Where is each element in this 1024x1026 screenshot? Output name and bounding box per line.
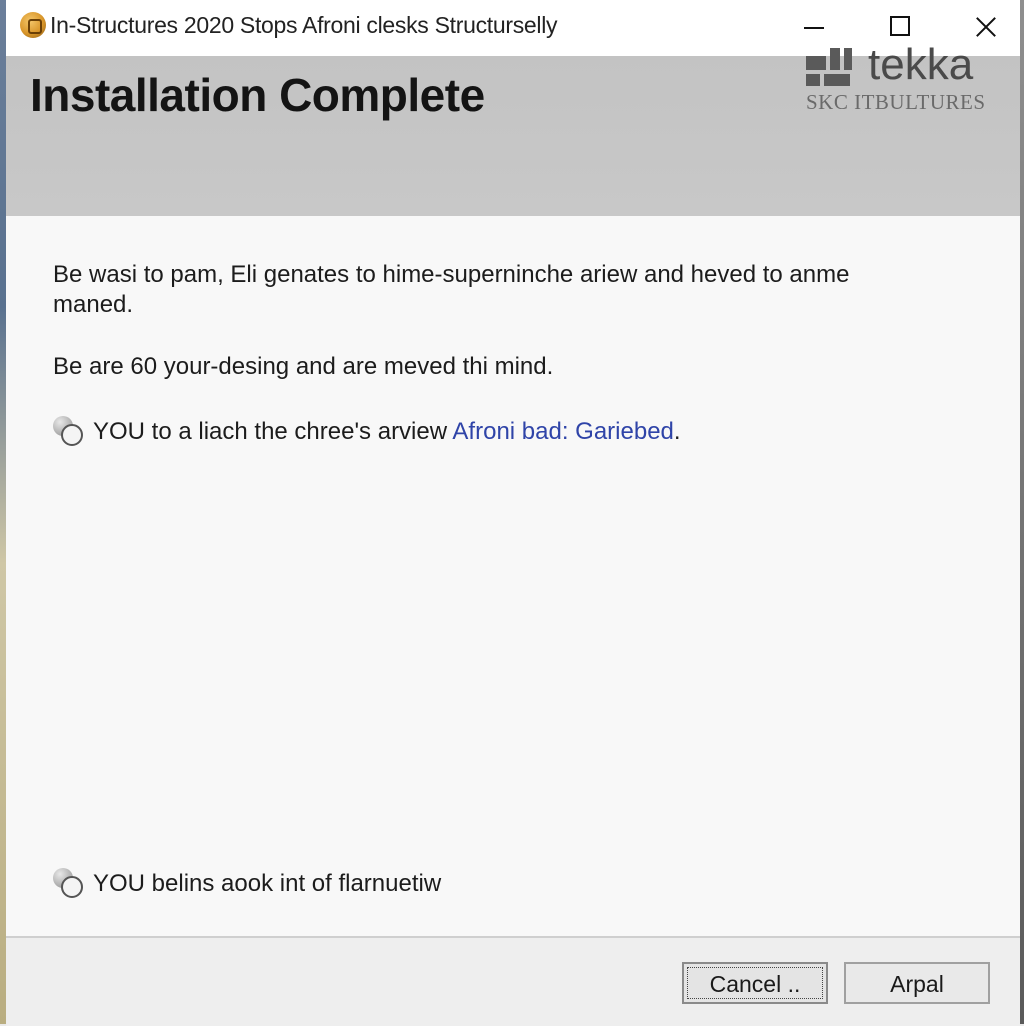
bullet-2-text: YOU belins aook int of flarnuetiw bbox=[93, 870, 442, 897]
logo-mark-icon bbox=[806, 48, 854, 86]
disc-icon bbox=[53, 416, 83, 446]
bullet-item-2: YOU belins aook int of flarnuetiw bbox=[53, 868, 441, 898]
installer-window: In-Structures 2020 Stops Afroni clesks S… bbox=[6, 0, 1020, 1026]
button-bar: Cancel .. Arpal bbox=[6, 936, 1020, 1026]
logo-subtitle: SKC ITBULTURES bbox=[806, 90, 986, 114]
bullet-1-text: YOU to a liach the chree's arview bbox=[93, 418, 453, 445]
info-paragraph-2: Be are 60 your-desing and are meved thi … bbox=[53, 353, 554, 380]
disc-icon bbox=[53, 868, 83, 898]
info-paragraph-1: Be wasi to pam, Eli genates to hime-supe… bbox=[53, 261, 850, 318]
bullet-1-tail: . bbox=[673, 418, 681, 445]
bullet-item-1: YOU to a liach the chree's arview Afroni… bbox=[53, 416, 681, 446]
content-area: Be wasi to pam, Eli genates to hime-supe… bbox=[6, 216, 1020, 936]
bullet-1-link[interactable]: Afroni bad: Gariebed bbox=[452, 418, 673, 445]
tekla-logo: tekka SKC ITBULTURES bbox=[806, 40, 996, 124]
cancel-button[interactable]: Cancel .. bbox=[682, 962, 828, 1004]
desktop-right-edge bbox=[1020, 0, 1024, 1024]
page-title: Installation Complete bbox=[30, 69, 485, 121]
logo-word: tekka bbox=[868, 40, 974, 89]
apply-button[interactable]: Arpal bbox=[844, 962, 990, 1004]
window-title: In-Structures 2020 Stops Afroni clesks S… bbox=[50, 12, 558, 38]
app-icon bbox=[20, 12, 46, 38]
